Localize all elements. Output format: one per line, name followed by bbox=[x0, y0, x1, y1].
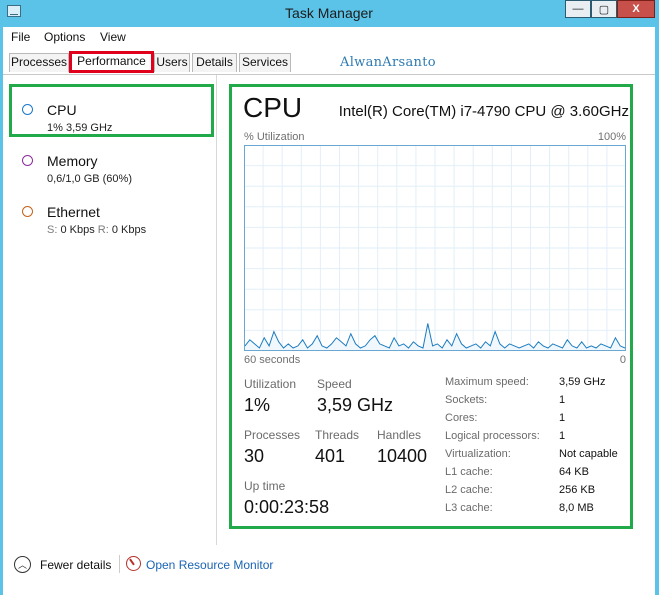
sidebar-item-ethernet[interactable]: Ethernet S: 0 Kbps R: 0 Kbps bbox=[3, 186, 216, 237]
resource-sidebar: CPU 1% 3,59 GHz Memory 0,6/1,0 GB (60%) … bbox=[3, 75, 217, 545]
sidebar-item-label: Memory bbox=[47, 153, 98, 169]
speed-value: 3,59 GHz bbox=[317, 395, 394, 415]
cores-value: 1 bbox=[559, 412, 566, 424]
cpu-heading: CPU bbox=[243, 92, 303, 123]
speed-label: Speed bbox=[317, 377, 352, 391]
window-title: Task Manager bbox=[285, 5, 373, 21]
receive-value: 0 Kbps bbox=[111, 224, 147, 236]
resource-monitor-icon bbox=[126, 556, 141, 571]
l2-cache-label: L2 cache: bbox=[445, 484, 493, 496]
ethernet-indicator-icon bbox=[22, 206, 33, 217]
virtualization-label: Virtualization: bbox=[445, 448, 511, 460]
graph-utilization-label: % Utilization bbox=[244, 131, 305, 143]
uptime-label: Up time bbox=[244, 479, 286, 493]
tab-bar: Processes Performance Users Details Serv… bbox=[3, 48, 655, 75]
window-controls: — ▢ X bbox=[565, 0, 655, 20]
cores-label: Cores: bbox=[445, 412, 478, 424]
chevron-up-icon[interactable]: ︿ bbox=[14, 556, 31, 573]
threads-value: 401 bbox=[315, 446, 346, 466]
sidebar-item-label: Ethernet bbox=[47, 204, 100, 220]
graph-min-label: 0 bbox=[619, 354, 626, 366]
sidebar-item-memory[interactable]: Memory 0,6/1,0 GB (60%) bbox=[3, 135, 216, 186]
minimize-button[interactable]: — bbox=[565, 0, 591, 18]
logical-processors-value: 1 bbox=[559, 430, 566, 442]
l1-cache-value: 64 KB bbox=[559, 466, 589, 478]
footer-bar: ︿ Fewer details Open Resource Monitor bbox=[3, 545, 655, 595]
open-resource-monitor-link[interactable]: Open Resource Monitor bbox=[146, 558, 273, 572]
send-label: S: bbox=[47, 224, 58, 236]
menu-view[interactable]: View bbox=[100, 30, 126, 44]
cpu-model: Intel(R) Core(TM) i7-4790 CPU @ 3.60GHz bbox=[338, 103, 629, 120]
receive-label: R: bbox=[97, 224, 109, 236]
sockets-label: Sockets: bbox=[445, 394, 488, 406]
title-bar: Task Manager — ▢ X bbox=[3, 0, 655, 27]
cpu-highlight-box bbox=[9, 84, 214, 137]
graph-max-label: 100% bbox=[597, 131, 626, 143]
handles-label: Handles bbox=[377, 428, 422, 442]
menu-file[interactable]: File bbox=[11, 30, 30, 44]
tab-users[interactable]: Users bbox=[154, 53, 190, 72]
watermark-text: AlwanArsanto bbox=[340, 55, 436, 70]
tab-services[interactable]: Services bbox=[239, 53, 291, 72]
l3-cache-value: 8,0 MB bbox=[559, 502, 594, 514]
performance-panel: CPU 1% 3,59 GHz Memory 0,6/1,0 GB (60%) … bbox=[3, 75, 655, 545]
maximize-button[interactable]: ▢ bbox=[591, 0, 617, 18]
max-speed-label: Maximum speed: bbox=[445, 376, 529, 388]
cpu-utilization-graph bbox=[244, 145, 626, 351]
logical-processors-label: Logical processors: bbox=[445, 430, 540, 442]
handles-value: 10400 bbox=[377, 446, 428, 466]
utilization-label: Utilization bbox=[244, 377, 297, 391]
utilization-value: 1% bbox=[244, 395, 271, 415]
processes-label: Processes bbox=[244, 428, 301, 442]
sockets-value: 1 bbox=[559, 394, 566, 406]
tab-details[interactable]: Details bbox=[192, 53, 237, 72]
menu-options[interactable]: Options bbox=[44, 30, 85, 44]
l3-cache-label: L3 cache: bbox=[445, 502, 493, 514]
virtualization-value: Not capable bbox=[559, 448, 618, 460]
tab-processes[interactable]: Processes bbox=[9, 53, 69, 72]
fewer-details-button[interactable]: Fewer details bbox=[40, 558, 111, 572]
sidebar-item-detail: S: 0 Kbps R: 0 Kbps bbox=[47, 224, 146, 236]
footer-divider bbox=[119, 555, 120, 573]
l2-cache-value: 256 KB bbox=[559, 484, 596, 496]
tab-performance[interactable]: Performance bbox=[69, 51, 154, 73]
max-speed-value: 3,59 GHz bbox=[559, 376, 606, 388]
memory-indicator-icon bbox=[22, 155, 33, 166]
graph-time-label: 60 seconds bbox=[244, 354, 301, 366]
threads-label: Threads bbox=[315, 428, 360, 442]
send-value: 0 Kbps bbox=[60, 224, 95, 236]
close-button[interactable]: X bbox=[617, 0, 655, 18]
menu-bar: File Options View bbox=[3, 27, 655, 48]
sidebar-item-detail: 0,6/1,0 GB (60%) bbox=[47, 173, 132, 185]
uptime-value: 0:00:23:58 bbox=[244, 497, 330, 517]
processes-value: 30 bbox=[244, 446, 265, 466]
cpu-detail-pane: CPU Intel(R) Core(TM) i7-4790 CPU @ 3.60… bbox=[229, 84, 633, 529]
task-manager-window: Task Manager — ▢ X File Options View Pro… bbox=[3, 0, 655, 595]
l1-cache-label: L1 cache: bbox=[445, 466, 493, 478]
